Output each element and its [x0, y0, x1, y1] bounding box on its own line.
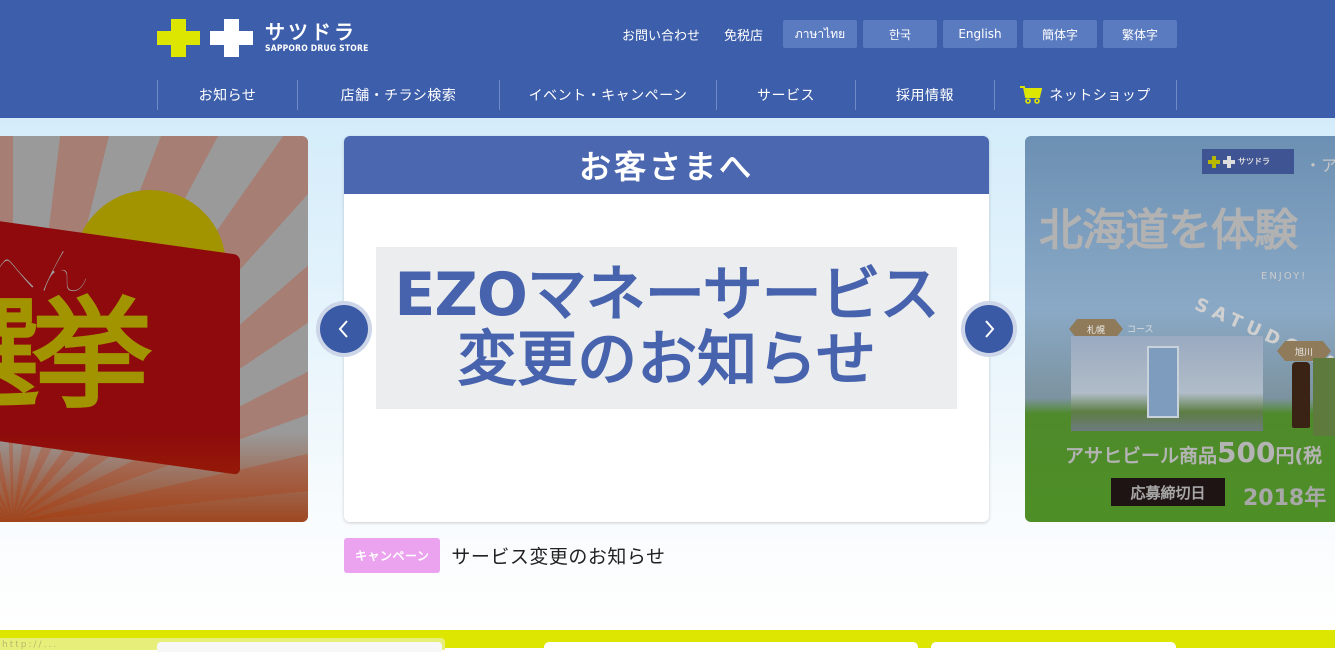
lang-traditional-chinese-button[interactable]: 繁体字: [1103, 20, 1177, 48]
product-package: [1313, 358, 1335, 436]
nav-services[interactable]: サービス: [716, 80, 855, 110]
carousel-slide-current[interactable]: お客さまへ EZOマネーサービス 変更のお知らせ: [344, 136, 989, 522]
carousel-slide-previous[interactable]: べん 選挙: [0, 136, 308, 522]
nav-net-shop[interactable]: ネットショップ: [994, 80, 1177, 110]
chevron-left-icon: [338, 320, 348, 338]
slide-enjoy: ENJOY!: [1261, 271, 1308, 282]
lang-simplified-chinese-button[interactable]: 簡体字: [1023, 20, 1097, 48]
card-peek-1: [157, 642, 442, 652]
slide-banner: お客さまへ: [344, 136, 989, 194]
status-url-text: http://...: [2, 640, 59, 650]
nav-net-shop-label: ネットショップ: [1049, 88, 1151, 104]
mini-cross-white-icon: [1223, 155, 1235, 168]
promo-suffix: 円(税: [1275, 445, 1323, 467]
carousel-prev-button[interactable]: [316, 301, 372, 357]
notice-box: EZOマネーサービス 変更のお知らせ: [376, 247, 957, 409]
photo-building: [1147, 346, 1179, 418]
promo-prefix: アサヒビール商品: [1065, 445, 1218, 467]
utility-links: お問い合わせ 免税店 ภาษาไทย 한국 English 簡体字 繁体字: [622, 20, 1177, 48]
slide-fade: [0, 432, 308, 522]
slide-caption-title[interactable]: サービス変更のお知らせ: [451, 542, 665, 569]
logo-kana: サツドラ: [265, 20, 357, 45]
course-label-sapporo: コース: [1127, 325, 1154, 335]
nav-store-search[interactable]: 店舗・チラシ検索: [297, 80, 499, 110]
carousel-next-button[interactable]: [961, 301, 1017, 357]
site-header: サツドラ SAPPORO DRUG STORE お問い合わせ 免税店 ภาษาไ…: [0, 0, 1335, 118]
content-section-band: http://...: [0, 630, 1335, 652]
product-bottle: [1292, 362, 1310, 428]
deadline-year: 2018年: [1243, 486, 1327, 511]
nav-news[interactable]: お知らせ: [157, 80, 297, 110]
status-url-overlay: http://...: [0, 638, 445, 652]
carousel-slide-next[interactable]: サツドラ ・ア 北海道を体験 ENJOY! SATUDORA 札幌 コース 旭川…: [1025, 136, 1335, 522]
campaign-badge: キャンペーン: [344, 538, 441, 573]
promo-amount: 500: [1217, 436, 1276, 469]
slide-headline: 北海道を体験: [1039, 205, 1298, 256]
notice-line-2: 変更のお知らせ: [457, 325, 876, 395]
cart-icon: [1020, 86, 1043, 104]
slide-mini-logo: サツドラ: [1202, 149, 1294, 174]
site-logo[interactable]: サツドラ SAPPORO DRUG STORE: [157, 19, 369, 57]
lang-korean-button[interactable]: 한국: [863, 20, 937, 48]
main-nav: お知らせ 店舗・チラシ検索 イベント・キャンペーン サービス 採用情報 ネットシ…: [157, 80, 1177, 110]
slide-promo: アサヒビール商品500円(税: [1065, 436, 1322, 469]
slide-caption[interactable]: キャンペーン サービス変更のお知らせ: [344, 538, 666, 573]
nav-events-campaigns[interactable]: イベント・キャンペーン: [499, 80, 716, 110]
mini-cross-yellow-icon: [1208, 155, 1220, 168]
notice-line-1: EZOマネーサービス: [394, 260, 939, 330]
duty-free-link[interactable]: 免税店: [724, 25, 763, 44]
slide-title-main: 選挙: [0, 286, 152, 425]
logo-text: サツドラ SAPPORO DRUG STORE: [265, 22, 369, 54]
slide-photo: [1071, 336, 1263, 431]
card-peek-3[interactable]: [931, 642, 1176, 652]
logo-english: SAPPORO DRUG STORE: [265, 44, 369, 55]
contact-link[interactable]: お問い合わせ: [622, 25, 700, 44]
nav-recruit[interactable]: 採用情報: [855, 80, 994, 110]
logo-cross-yellow-icon: [157, 19, 200, 57]
card-peek-2[interactable]: [544, 642, 918, 652]
chevron-right-icon: [985, 320, 995, 338]
deadline-label: 応募締切日: [1111, 478, 1225, 506]
lang-english-button[interactable]: English: [943, 20, 1017, 48]
hero-carousel: べん 選挙 お客さまへ EZOマネーサービス 変更のお知らせ サツドラ ・ア 北…: [0, 118, 1335, 630]
mini-logo-text: サツドラ: [1238, 157, 1270, 166]
slide-suffix: ・ア: [1305, 156, 1335, 175]
logo-cross-white-icon: [210, 19, 253, 57]
lang-thai-button[interactable]: ภาษาไทย: [783, 20, 857, 48]
